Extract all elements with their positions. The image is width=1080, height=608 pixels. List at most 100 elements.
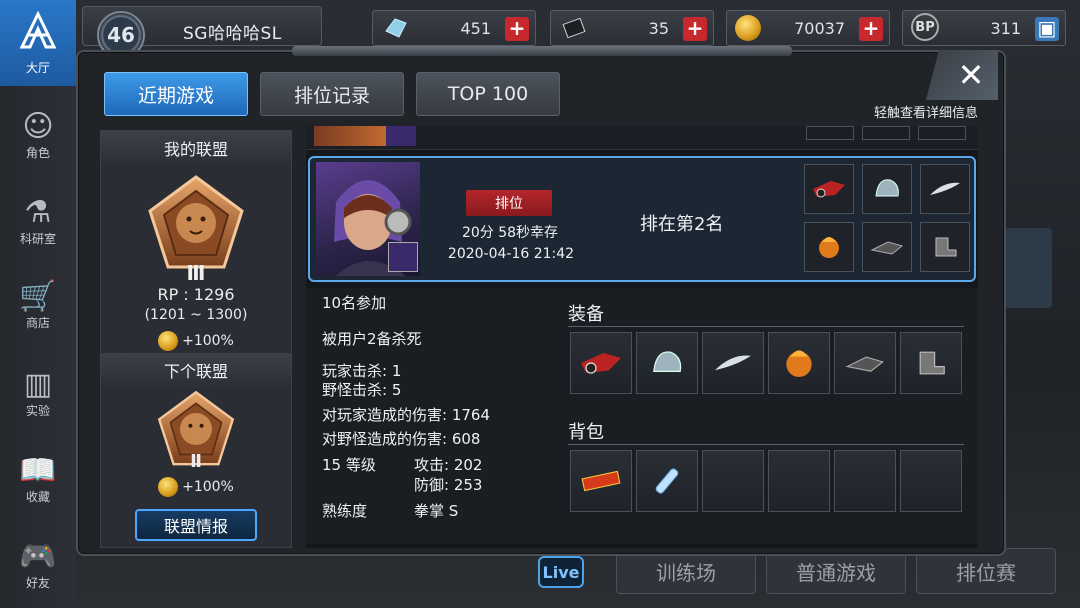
- previous-match-strip[interactable]: [306, 126, 978, 150]
- bag-title: 背包: [568, 422, 604, 443]
- bag-slot-2[interactable]: [636, 450, 698, 512]
- currency-crystal: 451 +: [372, 10, 536, 46]
- water-bottle-icon: [655, 468, 679, 494]
- defense-stat: 防御: 253: [414, 476, 483, 494]
- boots-icon: [919, 351, 945, 375]
- currency-token: 35 +: [550, 10, 714, 46]
- currency-value: 451: [460, 19, 491, 38]
- mastery-label: 熟练度: [322, 502, 368, 520]
- level: 15 等级: [322, 456, 376, 474]
- modal-handle: [292, 46, 792, 56]
- bag-divider: [568, 444, 964, 445]
- add-token-button[interactable]: +: [683, 17, 707, 41]
- character-portrait: [316, 162, 420, 276]
- fire-orb-icon: [804, 222, 854, 272]
- equip-slot-leg[interactable]: [834, 332, 896, 394]
- bonus-rate: +100%: [101, 477, 291, 497]
- match-details: 10名参加 被用户2备杀死 玩家击杀: 1 野怪击杀: 5 对玩家造成的伤害: …: [306, 288, 978, 544]
- currency-gold: 70037 +: [726, 10, 890, 46]
- nav-label: 收藏: [25, 489, 50, 504]
- bag-slot-5[interactable]: [834, 450, 896, 512]
- nav-lab[interactable]: ⚗ 科研室: [0, 178, 76, 264]
- nav-label: 角色: [25, 145, 50, 160]
- feather-icon: [920, 164, 970, 214]
- cart-icon: 🛒: [19, 278, 57, 314]
- bp-icon: BP: [911, 13, 939, 41]
- equip-slot-accessory[interactable]: [900, 332, 962, 394]
- weapon-type-icon: [388, 242, 418, 272]
- equipment-title: 装备: [568, 304, 604, 325]
- glove-weapon-icon: [581, 353, 621, 374]
- nav-collection[interactable]: 📖 收藏: [0, 436, 76, 522]
- survival-time: 20分 58秒幸存: [461, 225, 559, 241]
- tab-recent-games[interactable]: 近期游戏: [104, 72, 248, 116]
- close-icon: ✕: [957, 56, 985, 94]
- bag-slot-4[interactable]: [768, 450, 830, 512]
- attack-stat: 攻击: 202: [414, 456, 483, 474]
- nav-friends[interactable]: 🎮 好友: [0, 522, 76, 608]
- match-history-modal: ✕ 轻触查看详细信息 近期游戏 排位记录 TOP 100 我的联盟 Ⅲ RP :…: [76, 46, 1006, 556]
- bonus-value: +100%: [182, 333, 234, 349]
- currency-value: 70037: [794, 19, 845, 38]
- character-icon: ☺: [22, 108, 54, 144]
- nav-shop[interactable]: 🛒 商店: [0, 262, 76, 348]
- league-info-button[interactable]: 联盟情报: [135, 509, 257, 541]
- nav-lobby[interactable]: 大厅: [0, 0, 76, 86]
- experiment-icon: ▥: [23, 366, 53, 402]
- lab-flask-icon: ⚗: [24, 194, 52, 230]
- crystal-icon: [381, 13, 411, 43]
- nav-label: 科研室: [19, 231, 56, 246]
- equip-slot-chest[interactable]: [702, 332, 764, 394]
- gamepad-icon: 🎮: [19, 538, 57, 574]
- add-crystal-button[interactable]: +: [505, 17, 529, 41]
- match-card[interactable]: 排位 20分 58秒幸存 2020-04-16 21:42 排在第2名: [308, 156, 976, 282]
- final-rank: 排在第2名: [640, 214, 724, 235]
- match-datetime: 2020-04-16 21:42: [447, 246, 575, 262]
- nav-character[interactable]: ☺ 角色: [0, 92, 76, 178]
- equip-slot-head[interactable]: [636, 332, 698, 394]
- game-screen: 大厅 ☺ 角色 ⚗ 科研室 🛒 商店 ▥ 实验 📖 收藏 🎮 好友 46 SG哈…: [0, 0, 1080, 608]
- bracelet-icon: [845, 356, 884, 372]
- close-button[interactable]: ✕: [926, 50, 998, 100]
- bonus-rate: +100%: [101, 331, 291, 351]
- detail-hint: 轻触查看详细信息: [873, 106, 978, 121]
- glove-weapon-icon: [804, 164, 854, 214]
- bag-slot-6[interactable]: [900, 450, 962, 512]
- live-badge[interactable]: Live: [538, 556, 584, 588]
- lobby-icon: [18, 10, 58, 59]
- gold-coin-icon: [158, 477, 179, 497]
- nav-label: 实验: [25, 403, 50, 418]
- killed-by: 被用户2备杀死: [322, 330, 422, 348]
- nav-experiment[interactable]: ▥ 实验: [0, 350, 76, 436]
- gold-coin-icon: [158, 331, 179, 351]
- rp-range: (1201 ~ 1300): [144, 307, 248, 323]
- red-brick-icon: [581, 471, 621, 491]
- ranked-badge: 排位: [466, 190, 552, 216]
- monster-kills: 野怪击杀: 5: [322, 381, 402, 399]
- currency-value: 35: [648, 19, 669, 38]
- bonus-value: +100%: [182, 479, 234, 495]
- nav-label: 好友: [25, 575, 50, 590]
- mastery-value: 拳掌 S: [414, 502, 459, 520]
- rp-value: RP : 1296: [157, 285, 235, 304]
- add-gold-button[interactable]: +: [859, 17, 883, 41]
- bag-slot-3[interactable]: [702, 450, 764, 512]
- currency-value: 311: [990, 19, 1021, 38]
- tab-top-100[interactable]: TOP 100: [416, 72, 560, 116]
- tab-ranked-history[interactable]: 排位记录: [260, 72, 404, 116]
- my-league-title: 我的联盟: [101, 131, 291, 165]
- gold-coin-icon: [735, 13, 765, 43]
- equip-slot-arm[interactable]: [768, 332, 830, 394]
- player-name: SG哈哈哈SL: [183, 24, 282, 44]
- bp-card-button[interactable]: ▣: [1035, 17, 1059, 41]
- fire-orb-icon: [786, 350, 812, 377]
- nav-label: 大厅: [25, 60, 50, 75]
- equip-slot-weapon[interactable]: [570, 332, 632, 394]
- player-profile[interactable]: 46 SG哈哈哈SL: [82, 6, 322, 59]
- bag-slot-1[interactable]: [570, 450, 632, 512]
- currency-bp: BP 311 ▣: [902, 10, 1066, 46]
- league-panel: 我的联盟 Ⅲ RP : 1296 (1201 ~ 1300) +100% 下个联…: [100, 130, 292, 548]
- helmet-icon: [653, 351, 682, 372]
- top-bar: 46 SG哈哈哈SL 451 + 35 + 70037 + BP 311 ▣: [76, 0, 1080, 59]
- league-tier-2: Ⅱ: [190, 451, 202, 472]
